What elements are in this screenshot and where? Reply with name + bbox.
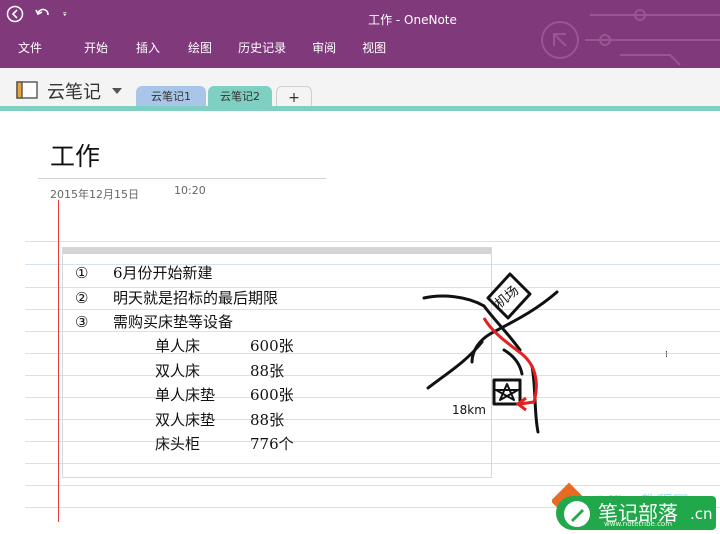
title-underline — [38, 178, 326, 179]
equipment-name: 单人床垫 — [155, 386, 216, 404]
list-number: ③ — [75, 313, 89, 331]
ruled-line — [25, 241, 720, 242]
container-drag-handle[interactable] — [63, 248, 491, 254]
list-number: ② — [75, 289, 89, 307]
section-tab-1[interactable]: 云笔记1 — [136, 86, 206, 108]
drawing-label-distance: 18km — [452, 403, 486, 417]
equipment-qty: 600张 — [250, 386, 294, 404]
list-item[interactable]: ② 明天就是招标的最后期限 — [75, 287, 278, 308]
equipment-name: 双人床 — [155, 362, 201, 380]
watermark-domain: .cn — [690, 505, 713, 523]
equipment-row[interactable]: 单人床垫 600张 — [155, 384, 294, 405]
equipment-name: 床头柜 — [155, 435, 201, 453]
equipment-name: 双人床垫 — [155, 411, 216, 429]
list-item[interactable]: ③ 需购买床垫等设备 — [75, 311, 233, 332]
page-title[interactable]: 工作 — [50, 137, 100, 173]
list-item[interactable]: ① 6月份开始新建 — [75, 262, 213, 283]
equipment-qty: 776个 — [250, 435, 294, 453]
margin-line — [58, 200, 59, 522]
page-date: 2015年12月15日 — [50, 188, 139, 201]
list-text: 需购买床垫等设备 — [113, 313, 234, 331]
ribbon-decoration-icon — [541, 9, 720, 66]
ribbon-tab-insert[interactable]: 插入 — [126, 39, 170, 56]
ribbon-tab-home[interactable]: 开始 — [74, 39, 118, 56]
equipment-row[interactable]: 单人床 600张 — [155, 335, 294, 356]
section-tabs: 云笔记1 云笔记2 + — [0, 84, 720, 109]
page-time: 10:20 — [174, 184, 206, 197]
ribbon-tabs: 文件 开始 插入 绘图 历史记录 审阅 视图 — [8, 39, 396, 56]
equipment-qty: 600张 — [250, 337, 294, 355]
list-text: 明天就是招标的最后期限 — [113, 289, 279, 307]
ribbon-tab-draw[interactable]: 绘图 — [178, 39, 222, 56]
equipment-row[interactable]: 双人床 88张 — [155, 360, 284, 381]
equipment-row[interactable]: 床头柜 776个 — [155, 433, 294, 454]
equipment-qty: 88张 — [250, 362, 285, 380]
title-bar: 工作 - OneNote 文件 开始 插入 绘图 历史记录 审阅 视图 — [0, 0, 720, 68]
watermark-pen-icon — [564, 501, 590, 527]
section-tab-2[interactable]: 云笔记2 — [208, 86, 272, 108]
equipment-name: 单人床 — [155, 337, 201, 355]
list-text: 6月份开始新建 — [113, 264, 213, 282]
ribbon-tab-review[interactable]: 审阅 — [302, 39, 346, 56]
equipment-row[interactable]: 双人床垫 88张 — [155, 409, 284, 430]
ribbon-tab-view[interactable]: 视图 — [352, 39, 396, 56]
text-cursor-icon: ⁞ — [665, 350, 668, 360]
watermark-url: www.notetribe.com — [604, 520, 673, 528]
equipment-qty: 88张 — [250, 411, 285, 429]
ribbon-tab-history[interactable]: 历史记录 — [228, 39, 296, 56]
list-number: ① — [75, 264, 89, 282]
ink-drawing[interactable]: 机场 18km — [422, 262, 562, 436]
ribbon-tab-file[interactable]: 文件 — [8, 39, 52, 56]
